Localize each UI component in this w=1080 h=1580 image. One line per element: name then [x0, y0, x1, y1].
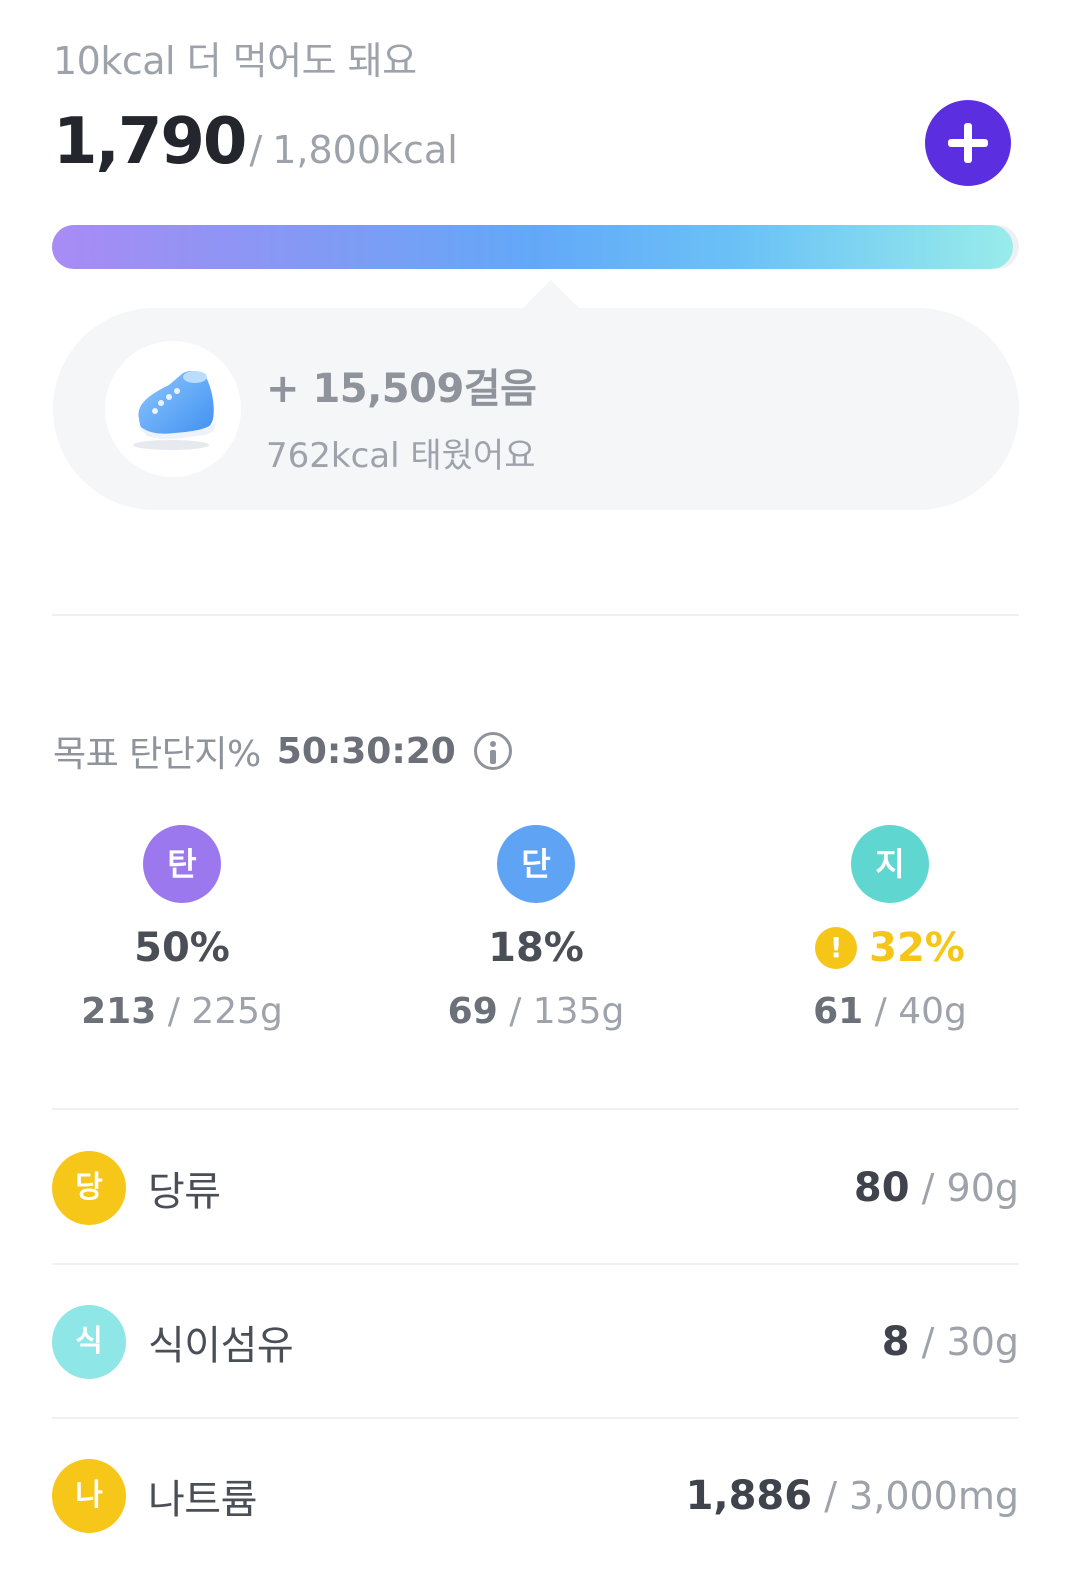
- calorie-progress-fill: [52, 225, 1014, 269]
- nutrient-row-sodium[interactable]: 나 나트륨 1,886 / 3,000mg: [52, 1419, 1019, 1573]
- steps-count: + 15,509걸음: [266, 366, 537, 412]
- fat-percent: ! 32%: [740, 925, 1040, 971]
- macro-fat: 지 ! 32% 61 / 40g: [740, 825, 1040, 1032]
- carbs-badge: 탄: [143, 825, 221, 903]
- shoe-icon-container: [105, 341, 241, 477]
- fat-amount: 61 / 40g: [813, 991, 967, 1032]
- nutrient-row-sugar[interactable]: 당 당류 80 / 90g: [52, 1111, 1019, 1265]
- warning-icon: !: [815, 927, 858, 969]
- steps-card[interactable]: + 15,509걸음 762kcal 태웠어요: [53, 280, 1019, 510]
- current-calories: 1,790: [53, 105, 247, 179]
- fat-badge: 지: [851, 825, 929, 903]
- macro-goal-ratio: 50:30:20: [276, 730, 456, 772]
- fiber-label: 식이섬유: [148, 1323, 294, 1369]
- fiber-badge: 식: [52, 1305, 126, 1379]
- carbs-percent: 50%: [134, 925, 230, 971]
- macro-carbs: 탄 50% 213 / 225g: [32, 825, 332, 1032]
- sneaker-icon: [133, 371, 216, 450]
- add-food-button[interactable]: [925, 100, 1011, 186]
- protein-badge: 단: [497, 825, 575, 903]
- section-divider: [52, 1108, 1019, 1110]
- section-divider: [52, 614, 1019, 616]
- info-icon[interactable]: [473, 732, 512, 770]
- calorie-separator: /: [249, 128, 263, 172]
- macro-protein: 단 18% 69 / 135g: [386, 825, 686, 1032]
- sugar-badge: 당: [52, 1151, 126, 1225]
- sodium-label: 나트륨: [148, 1477, 257, 1523]
- remaining-calories-text: 10kcal 더 먹어도 돼요: [53, 39, 417, 83]
- carbs-amount: 213 / 225g: [81, 991, 283, 1032]
- macro-goal-label: 목표 탄단지%: [53, 734, 261, 775]
- sugar-amount: 80 / 90g: [853, 1165, 1019, 1211]
- steps-burned-calories: 762kcal 태웠어요: [266, 436, 536, 476]
- calorie-summary: 1,790 / 1,800kcal: [53, 105, 458, 179]
- goal-calories: 1,800kcal: [272, 128, 458, 172]
- macro-goal: 목표 탄단지% 50:30:20: [53, 725, 512, 777]
- sugar-label: 당류: [148, 1169, 221, 1215]
- protein-amount: 69 / 135g: [447, 991, 625, 1032]
- fiber-amount: 8 / 30g: [881, 1319, 1019, 1365]
- calorie-progress-bar: [52, 225, 1019, 269]
- steps-text: + 15,509걸음 762kcal 태웠어요: [266, 356, 537, 477]
- protein-percent: 18%: [488, 925, 584, 971]
- sodium-amount: 1,886 / 3,000mg: [685, 1473, 1019, 1519]
- nutrient-row-fiber[interactable]: 식 식이섬유 8 / 30g: [52, 1265, 1019, 1419]
- sodium-badge: 나: [52, 1459, 126, 1533]
- nutrition-summary-screen: 10kcal 더 먹어도 돼요 1,790 / 1,800kcal + 15,5…: [0, 0, 1080, 1580]
- card-pointer: [523, 280, 579, 308]
